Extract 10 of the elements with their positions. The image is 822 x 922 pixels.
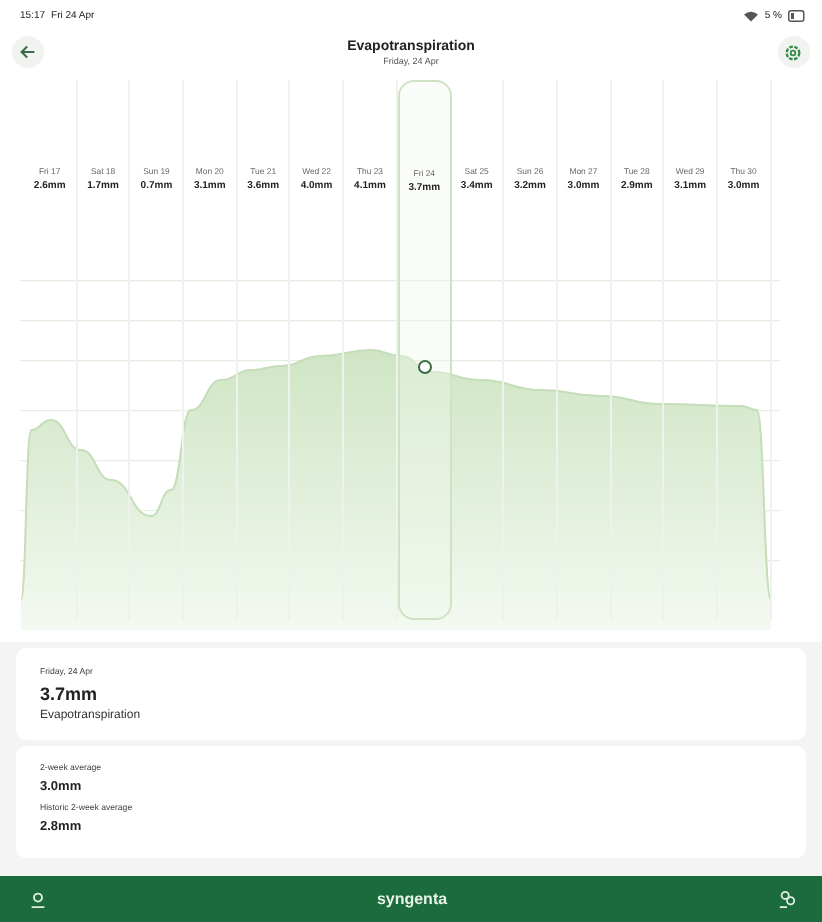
settings-icon bbox=[784, 43, 803, 61]
brand-logo-text: syngenta bbox=[376, 890, 448, 908]
wifi-icon bbox=[744, 10, 759, 22]
person-icon[interactable] bbox=[30, 891, 46, 907]
group-icon[interactable] bbox=[778, 890, 796, 908]
settings-button[interactable] bbox=[777, 36, 810, 68]
detail-value: 3.7mm bbox=[40, 684, 98, 704]
battery-icon bbox=[788, 10, 806, 22]
back-arrow-icon bbox=[20, 44, 36, 60]
back-button[interactable] bbox=[12, 36, 44, 68]
